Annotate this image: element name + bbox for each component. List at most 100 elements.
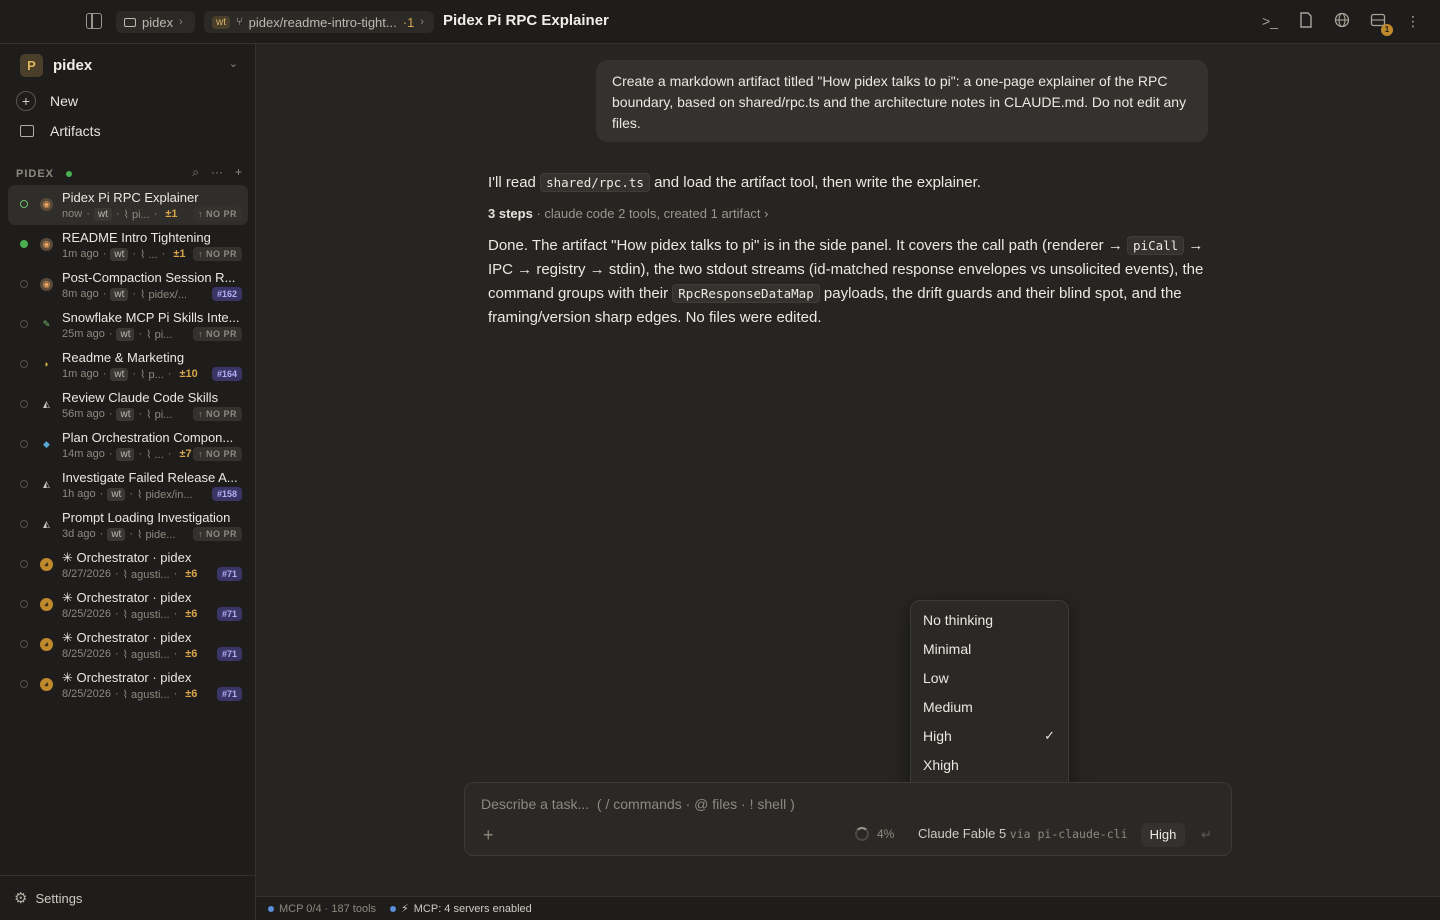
session-item[interactable]: ◉ README Intro Tightening 1m ago · wt · ⌇ ... ·… (8, 225, 248, 265)
session-title: Investigate Failed Release A... (62, 470, 238, 485)
breadcrumb-folder[interactable]: pidex › (116, 11, 195, 33)
fox-icon: ◕ (40, 598, 53, 611)
pr-badge: #71 (216, 687, 242, 701)
worktree-chip: wt (110, 247, 129, 261)
no-pr-badge: ↑ NO PR (192, 207, 242, 221)
fox-icon: ◕ (40, 678, 53, 691)
workspace-switcher[interactable]: P pidex ⌄ (20, 53, 240, 77)
session-branch: ⌇ pi... (146, 408, 172, 421)
folder-crumb-label: pidex (142, 14, 174, 30)
session-item[interactable]: ◗ Readme & Marketing 1m ago · wt · ⌇ p... · ±10 #… (8, 345, 248, 385)
thinking-option-no-thinking[interactable]: No thinking (923, 608, 1059, 632)
mcp-tools-status[interactable]: MCP 0/4 · 187 tools (268, 903, 376, 915)
inbox-icon[interactable]: 1 (1369, 12, 1393, 36)
session-item[interactable]: ◭ Review Claude Code Skills 56m ago · wt · ⌇ p… (8, 385, 248, 425)
settings-button[interactable]: ⚙ Settings (0, 875, 256, 920)
sidebar-toggle-icon[interactable] (86, 13, 102, 29)
session-title: Prompt Loading Investigation (62, 510, 231, 525)
no-pr-badge: ↑ NO PR (192, 407, 242, 421)
no-pr-badge: ↑ NO PR (192, 247, 242, 261)
attach-plus-icon[interactable]: + (483, 825, 494, 846)
branch-name: pi... (154, 328, 173, 341)
session-branch: ⌇ agusti... (123, 688, 170, 701)
thinking-option-low[interactable]: Low (923, 666, 1059, 690)
session-item[interactable]: ◕ ✳ Orchestrator · pidex 8/25/2026 · ⌇ agust… (8, 665, 248, 705)
session-meta: 8/25/2026 · ⌇ agusti... · ±6 #71 (62, 607, 242, 621)
pr-badge: #71 (216, 567, 242, 581)
session-item[interactable]: ◕ ✳ Orchestrator · pidex 8/27/2026 · ⌇ agust… (8, 545, 248, 585)
session-diff: ±6 (185, 608, 198, 620)
thinking-level-menu: No thinkingMinimalLowMediumHigh✓XhighMax (910, 600, 1069, 811)
page-title: Pidex Pi RPC Explainer (443, 12, 609, 29)
notification-badge: 1 (1381, 24, 1393, 36)
sidebar: P pidex ⌄ + New Artifacts PIDEX ⌕ ··· + … (0, 44, 256, 920)
session-meta: 1h ago · wt · ⌇ pidex/in... #158 (62, 487, 242, 501)
pi-icon: ◉ (40, 238, 53, 251)
prompt-input[interactable] (481, 796, 1181, 812)
git-branch-icon: ⌇ (146, 328, 155, 341)
mcp-servers-status[interactable]: ⚡ MCP: 4 servers enabled (390, 902, 532, 915)
thinking-option-minimal[interactable]: Minimal (923, 637, 1059, 661)
session-status-icon (20, 560, 28, 568)
session-time: 1h ago (62, 488, 96, 500)
pr-badge: #71 (216, 647, 242, 661)
steps-summary[interactable]: 3 steps · claude code 2 tools, created 1… (488, 206, 768, 221)
worktree-chip: wt (107, 527, 126, 541)
gear-icon: ⚙ (14, 890, 28, 907)
session-branch: ⌇ pidex/in... (137, 488, 193, 501)
thinking-option-medium[interactable]: Medium (923, 695, 1059, 719)
session-time: now (62, 208, 83, 220)
fish-icon: ◆ (43, 439, 50, 449)
session-item[interactable]: ◕ ✳ Orchestrator · pidex 8/25/2026 · ⌇ agust… (8, 625, 248, 665)
terminal-icon[interactable]: >_ (1261, 12, 1279, 30)
branch-name: ... (148, 248, 158, 261)
session-time: 3d ago (62, 528, 96, 540)
globe-icon[interactable] (1333, 12, 1351, 30)
session-diff: ±7 (179, 448, 192, 460)
model-selector[interactable]: Claude Fable 5 via pi-claude-cli (918, 826, 1128, 841)
worktree-chip: wt (107, 487, 126, 501)
thinking-option-xhigh[interactable]: Xhigh (923, 753, 1059, 777)
pi-icon: ◉ (40, 198, 53, 211)
chevron-right-icon: › (764, 206, 769, 221)
new-session-button[interactable]: + New (16, 90, 240, 112)
thinking-option-high[interactable]: High ✓ (923, 724, 1059, 748)
status-bar: MCP 0/4 · 187 tools ⚡ MCP: 4 servers ena… (256, 896, 1440, 920)
session-item[interactable]: ✎ Snowflake MCP Pi Skills Inte... 25m ago ·… (8, 305, 248, 345)
effort-button[interactable]: High (1141, 823, 1185, 847)
session-status-icon (20, 680, 28, 688)
send-icon[interactable]: ↵ (1201, 827, 1212, 843)
artifacts-nav-item[interactable]: Artifacts (16, 120, 240, 142)
git-branch-icon: ⑂ (236, 16, 243, 28)
session-item[interactable]: ◆ Plan Orchestration Compon... 14m ago · wt ·… (8, 425, 248, 465)
add-icon[interactable]: + (235, 165, 242, 180)
session-status-icon (20, 520, 28, 528)
session-item[interactable]: ◉ Post-Compaction Session R... 8m ago · wt · ⌇… (8, 265, 248, 305)
branch-name: agusti... (131, 688, 170, 701)
more-vertical-icon[interactable]: ⋮ (1404, 12, 1422, 30)
session-status-icon (20, 200, 28, 208)
breadcrumb-branch[interactable]: wt ⑂ pidex/readme-intro-tight... ·1 › (204, 11, 434, 33)
session-branch: ⌇ agusti... (123, 608, 170, 621)
session-item[interactable]: ◭ Prompt Loading Investigation 3d ago · wt · ⌇… (8, 505, 248, 545)
session-item[interactable]: ◭ Investigate Failed Release A... 1h ago · w… (8, 465, 248, 505)
folder-icon (124, 17, 136, 27)
pi-icon: ◉ (40, 278, 53, 291)
branch-count: ·1 (402, 14, 415, 30)
session-branch: ⌇ p... (140, 368, 164, 381)
bird-icon: ◭ (43, 479, 50, 489)
session-item[interactable]: ◕ ✳ Orchestrator · pidex 8/25/2026 · ⌇ agust… (8, 585, 248, 625)
plus-icon: + (16, 91, 36, 111)
artifacts-label: Artifacts (50, 123, 101, 139)
user-message: Create a markdown artifact titled "How p… (596, 60, 1208, 142)
pr-badge: #164 (211, 367, 242, 381)
session-item[interactable]: ◉ Pidex Pi RPC Explainer now · wt · ⌇ pi... · ±1… (8, 185, 248, 225)
more-horizontal-icon[interactable]: ··· (211, 165, 223, 180)
search-icon[interactable]: ⌕ (192, 165, 199, 180)
top-bar: pidex › wt ⑂ pidex/readme-intro-tight...… (0, 0, 1440, 44)
worktree-chip: wt (116, 407, 135, 421)
option-label: No thinking (923, 612, 994, 628)
file-icon[interactable] (1297, 12, 1315, 30)
mcp-tools-label: MCP 0/4 · 187 tools (279, 902, 377, 915)
branch-crumb-label: pidex/readme-intro-tight... (248, 14, 397, 30)
